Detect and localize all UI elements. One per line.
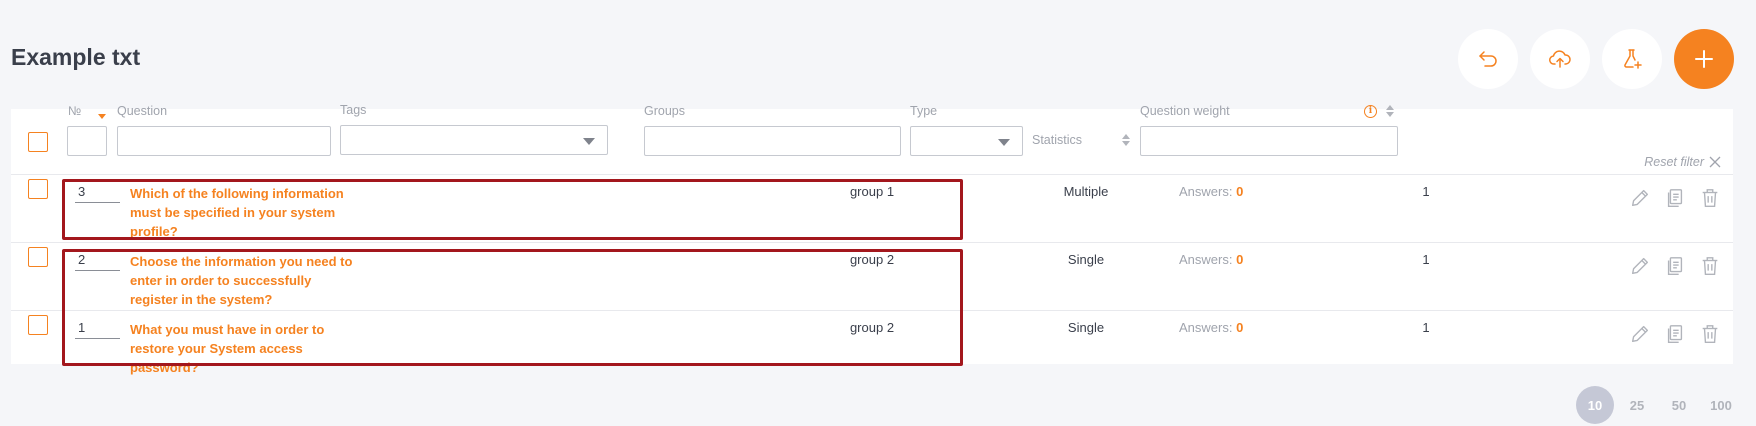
table-row: 3 Which of the following information mus… [11,174,1733,242]
stats-cell: Answers: 0 [1179,320,1243,335]
chevron-down-icon [583,138,595,145]
stats-cell: Answers: 0 [1179,184,1243,199]
undo-button[interactable] [1458,29,1518,89]
answers-label: Answers: [1179,252,1233,267]
weight-filter-input[interactable] [1140,126,1398,156]
info-icon[interactable]: i [1364,105,1377,118]
weight-cell: 1 [1422,252,1430,267]
question-link[interactable]: Choose the information you need to enter… [130,252,360,309]
edit-icon[interactable] [1629,187,1651,209]
header-statistics: Statistics [1032,133,1083,147]
table-row: 1 What you must have in order to restore… [11,310,1733,375]
add-question-button[interactable] [1674,29,1734,89]
copy-icon[interactable] [1664,187,1686,209]
group-cell: group 2 [849,252,895,267]
header-tags: Tags [340,103,367,117]
cloud-upload-icon [1549,50,1571,68]
sort-desc-icon[interactable] [98,114,106,119]
edit-icon[interactable] [1629,255,1651,277]
stats-cell: Answers: 0 [1179,252,1243,267]
upload-button[interactable] [1530,29,1590,89]
row-number-input[interactable]: 2 [75,252,120,271]
table-row: 2 Choose the information you need to ent… [11,242,1733,310]
row-number-input[interactable]: 3 [75,184,120,203]
trash-icon[interactable] [1699,187,1721,209]
type-cell: Multiple [1063,184,1109,199]
answers-label: Answers: [1179,184,1233,199]
sort-statistics-icon[interactable] [1122,134,1130,146]
edit-icon[interactable] [1629,323,1651,345]
number-filter-input[interactable] [67,126,107,156]
question-filter-input[interactable] [117,126,331,156]
row-checkbox[interactable] [28,179,48,199]
undo-arrow-icon [1479,51,1497,67]
plus-icon [1695,50,1713,68]
answers-count: 0 [1236,252,1244,267]
page-size-25[interactable]: 25 [1618,386,1656,424]
weight-cell: 1 [1422,320,1430,335]
row-checkbox[interactable] [28,247,48,267]
page-size-selector: 10 25 50 100 [1576,386,1740,424]
group-cell: group 1 [849,184,895,199]
reset-filter-label: Reset filter [1644,155,1704,169]
select-all-checkbox[interactable] [28,132,48,152]
answers-count: 0 [1236,184,1244,199]
header-question: Question [117,104,168,118]
row-checkbox[interactable] [28,315,48,335]
answers-label: Answers: [1179,320,1233,335]
type-filter-select[interactable] [910,126,1023,156]
question-link[interactable]: What you must have in order to restore y… [130,320,360,377]
header-type: Type [910,104,938,118]
page-title: Example txt [11,44,141,70]
question-link[interactable]: Which of the following information must … [130,184,360,241]
header-number[interactable]: № [68,104,81,118]
flask-add-icon [1624,49,1642,69]
page-size-10[interactable]: 10 [1576,386,1614,424]
answers-count: 0 [1236,320,1244,335]
reset-filter-button[interactable]: Reset filter [1644,155,1721,169]
sort-weight-icon[interactable] [1386,105,1394,117]
groups-filter-input[interactable] [644,126,901,156]
copy-icon[interactable] [1664,323,1686,345]
questions-table: № Question Tags Groups Type Question wei… [11,103,1733,375]
close-icon [1709,156,1721,168]
weight-cell: 1 [1422,184,1430,199]
trash-icon[interactable] [1699,255,1721,277]
chevron-down-icon [998,139,1010,146]
tags-filter-select[interactable] [340,125,608,155]
copy-icon[interactable] [1664,255,1686,277]
group-cell: group 2 [849,320,895,335]
toolbar [1458,29,1734,89]
test-button[interactable] [1602,29,1662,89]
header-groups: Groups [644,104,685,118]
type-cell: Single [1067,320,1105,335]
page-size-50[interactable]: 50 [1660,386,1698,424]
page-size-100[interactable]: 100 [1702,386,1740,424]
header-weight: Question weight [1140,104,1230,118]
trash-icon[interactable] [1699,323,1721,345]
type-cell: Single [1067,252,1105,267]
row-number-input[interactable]: 1 [75,320,120,339]
